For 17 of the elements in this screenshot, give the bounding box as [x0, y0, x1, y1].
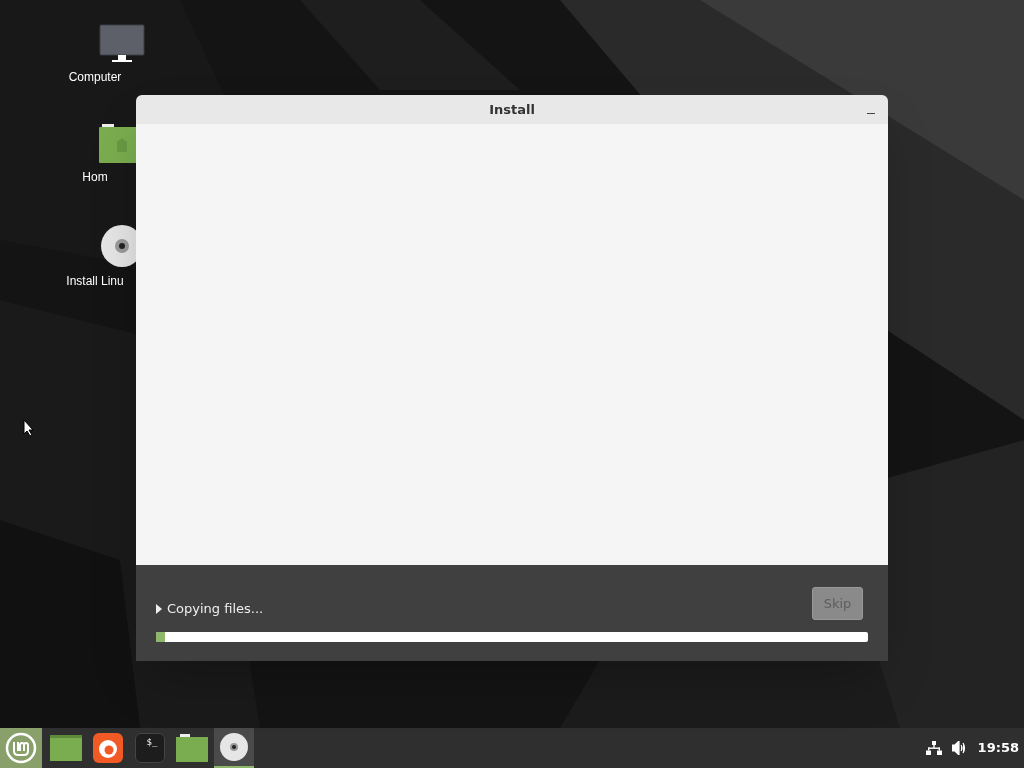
- expander-arrow-icon: [156, 603, 162, 614]
- mouse-pointer-icon: [23, 419, 34, 437]
- desktop-icon-label[interactable]: Computer: [68, 68, 122, 86]
- disc-icon: [219, 732, 249, 762]
- menu-button[interactable]: [0, 728, 42, 768]
- taskbar-launcher[interactable]: [214, 728, 254, 768]
- window-title: Install: [489, 100, 535, 119]
- details-expander[interactable]: Copying files...: [156, 598, 264, 619]
- network-icon[interactable]: [925, 741, 942, 755]
- window-icon: [50, 735, 82, 761]
- monitor-icon: [98, 24, 146, 64]
- clock[interactable]: 19:58: [977, 738, 1019, 758]
- desktop-icon-label[interactable]: Install Linu: [66, 272, 124, 290]
- leaf-logo-icon: [5, 732, 37, 764]
- volume-icon[interactable]: [951, 741, 968, 755]
- folder-icon: [176, 734, 208, 762]
- desktop-icon-label[interactable]: Hom: [82, 168, 108, 186]
